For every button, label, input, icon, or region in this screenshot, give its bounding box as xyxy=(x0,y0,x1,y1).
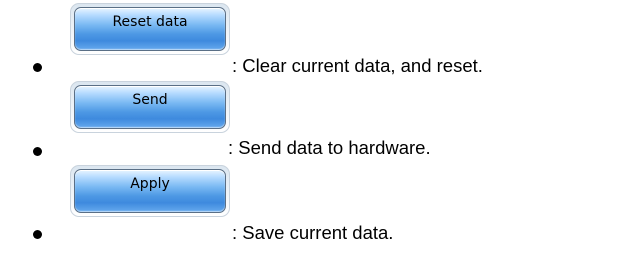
reset-data-description: : Clear current data, and reset. xyxy=(232,55,483,76)
send-button[interactable]: Send xyxy=(74,85,226,129)
list-item: Reset data : Clear current data, and res… xyxy=(0,0,624,80)
reset-data-button-label: Reset data xyxy=(112,14,188,30)
bullet-icon xyxy=(33,63,42,72)
list-item: Apply : Save current data. xyxy=(0,165,624,250)
apply-button-label: Apply xyxy=(130,176,170,192)
bullet-icon xyxy=(33,230,42,239)
send-description: : Send data to hardware. xyxy=(228,137,431,158)
send-button-label: Send xyxy=(132,92,168,108)
list-item: Send : Send data to hardware. xyxy=(0,81,624,165)
apply-button[interactable]: Apply xyxy=(74,169,226,213)
apply-description: : Save current data. xyxy=(232,222,394,243)
bullet-icon xyxy=(33,147,42,156)
reset-data-button[interactable]: Reset data xyxy=(74,7,226,51)
